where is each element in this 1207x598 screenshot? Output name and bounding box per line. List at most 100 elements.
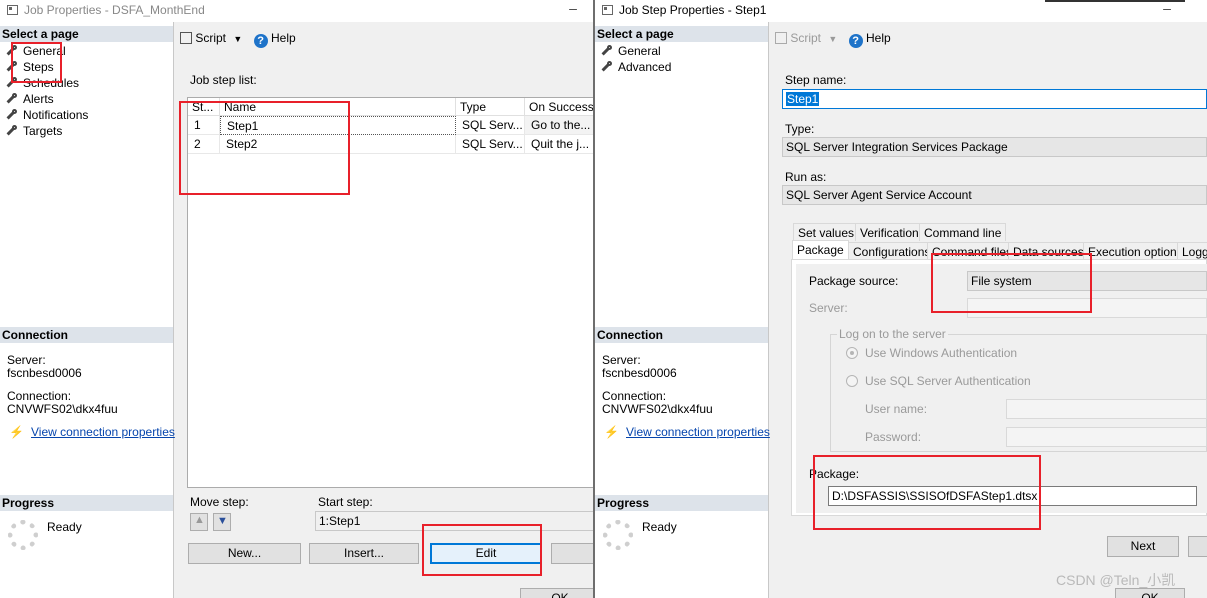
- tab-logging[interactable]: Logg: [1177, 242, 1207, 260]
- step-name-input[interactable]: Step1: [782, 89, 1207, 109]
- column-header-on-success[interactable]: On Success: [525, 98, 594, 116]
- cell-on-success: Quit the j...: [525, 135, 594, 154]
- help-icon: ?: [848, 34, 863, 48]
- type-select[interactable]: SQL Server Integration Services Package: [782, 137, 1207, 157]
- new-step-button[interactable]: New...: [188, 543, 301, 564]
- tab-set-values[interactable]: Set values: [793, 223, 860, 241]
- progress-status: Ready: [47, 520, 82, 534]
- progress-header: Progress: [595, 495, 768, 511]
- previous-button[interactable]: [1188, 536, 1207, 557]
- server-label: Server:: [602, 353, 641, 367]
- windows-auth-radio[interactable]: [846, 347, 858, 359]
- password-label: Password:: [865, 430, 922, 444]
- select-page-header: Select a page: [0, 26, 173, 42]
- right-toolbar: Script ▼ ? Help: [775, 31, 891, 51]
- wrench-icon: [6, 109, 17, 120]
- page-notifications[interactable]: Notifications: [6, 107, 88, 123]
- arrow-up-icon: ▲: [194, 514, 205, 526]
- cell-type: SQL Serv...: [456, 135, 525, 154]
- chevron-down-icon[interactable]: ▼: [828, 34, 837, 44]
- server-label: Server:: [809, 301, 848, 315]
- script-icon: [775, 32, 787, 44]
- help-label: Help: [270, 31, 296, 45]
- progress-spinner-icon: [603, 520, 633, 550]
- connection-label: Connection:: [602, 389, 667, 403]
- step-name-label: Step name:: [785, 73, 847, 87]
- tab-command-line[interactable]: Command line: [919, 223, 1007, 241]
- arrow-down-icon: ▼: [217, 515, 228, 527]
- script-icon: [180, 32, 192, 44]
- connection-value: CNVWFS02\dkx4fuu: [7, 402, 118, 416]
- user-name-label: User name:: [865, 402, 928, 416]
- highlight-step-list: [179, 101, 350, 195]
- sql-auth-label: Use SQL Server Authentication: [865, 374, 1031, 388]
- wrench-icon: [601, 45, 612, 56]
- tab-package[interactable]: Package: [792, 240, 849, 260]
- help-button[interactable]: ? Help: [253, 31, 296, 48]
- highlight-steps-page: [11, 42, 62, 83]
- help-button[interactable]: ? Help: [848, 31, 891, 48]
- page-targets[interactable]: Targets: [6, 123, 62, 139]
- logon-group-label: Log on to the server: [837, 327, 948, 341]
- connection-plug-icon: ⚡: [604, 425, 619, 439]
- window-icon: [602, 5, 613, 15]
- tab-verification[interactable]: Verification: [855, 223, 924, 241]
- highlight-package-path: [813, 455, 1041, 530]
- script-label: Script: [195, 31, 227, 45]
- move-step-up-button[interactable]: ▲: [190, 513, 208, 531]
- window-icon: [7, 5, 18, 15]
- run-as-select[interactable]: SQL Server Agent Service Account: [782, 185, 1207, 205]
- progress-spinner-icon: [8, 520, 38, 550]
- left-window-title: Job Properties - DSFA_MonthEnd: [24, 3, 205, 17]
- view-connection-properties-link[interactable]: View connection properties: [626, 425, 770, 439]
- wrench-icon: [6, 125, 17, 136]
- password-input[interactable]: [1006, 427, 1207, 447]
- help-icon: ?: [253, 34, 268, 48]
- minimize-button[interactable]: –: [566, 0, 580, 20]
- next-button[interactable]: Next: [1107, 536, 1179, 557]
- page-advanced[interactable]: Advanced: [601, 59, 671, 75]
- ok-button[interactable]: OK: [520, 588, 594, 598]
- page-label: Notifications: [23, 108, 89, 122]
- connection-label: Connection:: [7, 389, 72, 403]
- start-step-label: Start step:: [318, 495, 373, 509]
- user-name-input[interactable]: [1006, 399, 1207, 419]
- tab-configurations[interactable]: Configurations: [848, 242, 936, 260]
- cell-on-success: Go to the...: [525, 116, 594, 135]
- server-label: Server:: [7, 353, 46, 367]
- minimize-button[interactable]: –: [1160, 0, 1174, 20]
- page-general[interactable]: General: [601, 43, 661, 59]
- page-alerts[interactable]: Alerts: [6, 91, 54, 107]
- right-select-page-pane: Select a page General Advanced Connectio…: [595, 22, 770, 598]
- highlight-package-source: [931, 253, 1092, 313]
- step-name-value: Step1: [786, 92, 820, 106]
- package-source-label: Package source:: [809, 274, 899, 288]
- job-properties-window: Job Properties - DSFA_MonthEnd – Select …: [0, 0, 594, 598]
- progress-header: Progress: [0, 495, 173, 511]
- sql-auth-radio[interactable]: [846, 375, 858, 387]
- move-step-down-button[interactable]: ▼: [213, 513, 231, 531]
- job-step-list-label: Job step list:: [190, 73, 257, 87]
- left-toolbar: Script ▼ ? Help: [180, 31, 296, 51]
- insert-step-button[interactable]: Insert...: [309, 543, 419, 564]
- connection-value: CNVWFS02\dkx4fuu: [602, 402, 713, 416]
- wrench-icon: [601, 61, 612, 72]
- script-button[interactable]: Script ▼: [180, 31, 242, 45]
- view-connection-properties-link[interactable]: View connection properties: [31, 425, 175, 439]
- script-button[interactable]: Script ▼: [775, 31, 837, 45]
- page-label: Targets: [23, 124, 63, 138]
- right-window-title: Job Step Properties - Step1: [619, 3, 767, 17]
- tab-execution-options[interactable]: Execution options: [1083, 242, 1188, 260]
- highlight-edit-button: [422, 524, 542, 576]
- chevron-down-icon[interactable]: ▼: [233, 34, 242, 44]
- help-label: Help: [865, 31, 891, 45]
- server-value: fscnbesd0006: [7, 366, 82, 380]
- wrench-icon: [6, 93, 17, 104]
- run-as-label: Run as:: [785, 170, 827, 184]
- delete-step-button[interactable]: [551, 543, 594, 564]
- cell-type: SQL Serv...: [456, 116, 525, 135]
- title-bar-edge: [1045, 0, 1185, 2]
- column-header-type[interactable]: Type: [456, 98, 525, 116]
- type-label: Type:: [785, 122, 815, 136]
- job-step-properties-window: Job Step Properties - Step1 – Select a p…: [595, 0, 1207, 598]
